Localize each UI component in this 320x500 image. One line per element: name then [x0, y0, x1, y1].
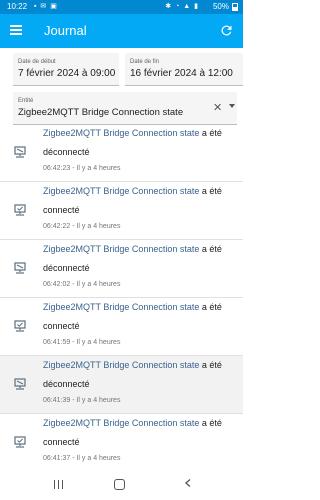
recents-icon[interactable] [54, 480, 63, 489]
status-time: 10:22 [7, 2, 28, 11]
start-date-field[interactable]: Date de début 7 février 2024 à 09:00 [13, 53, 119, 86]
entry-suffix: a été [199, 302, 222, 312]
page-title: Journal [44, 23, 87, 38]
entry-state: déconnecté [43, 379, 90, 389]
entry-suffix: a été [199, 244, 222, 254]
entity-link[interactable]: Zigbee2MQTT Bridge Connection state [43, 244, 199, 254]
lan-connect-icon [14, 204, 26, 216]
entry-state: connecté [43, 437, 80, 447]
start-date-value: 7 février 2024 à 09:00 [18, 68, 116, 79]
app-bar: Journal [0, 14, 243, 48]
lan-disconnect-icon [14, 262, 26, 274]
lan-disconnect-icon [14, 378, 26, 390]
entity-link[interactable]: Zigbee2MQTT Bridge Connection state [43, 128, 199, 138]
entity-link[interactable]: Zigbee2MQTT Bridge Connection state [43, 186, 199, 196]
entry-state: déconnecté [43, 263, 90, 273]
logbook-list: Zigbee2MQTT Bridge Connection state a ét… [0, 124, 243, 467]
entry-suffix: a été [199, 186, 222, 196]
list-item: Zigbee2MQTT Bridge Connection state a ét… [0, 356, 243, 414]
battery-percent: 50% [212, 2, 229, 11]
entry-state: connecté [43, 205, 80, 215]
list-item: Zigbee2MQTT Bridge Connection state a ét… [0, 298, 243, 356]
entry-time: 06:42:02 - Il y a 4 heures [43, 281, 121, 288]
lan-connect-icon [14, 320, 26, 332]
home-icon[interactable] [114, 479, 125, 490]
entry-time: 06:42:22 - Il y a 4 heures [43, 223, 121, 230]
system-nav-bar [0, 467, 243, 500]
lan-disconnect-icon [14, 146, 26, 158]
end-date-value: 16 février 2024 à 12:00 [130, 68, 233, 79]
entry-suffix: a été [199, 128, 222, 138]
system-icons: ✱ ◔ ▲ ▮ [165, 3, 199, 10]
menu-icon[interactable] [10, 25, 22, 35]
entity-picker[interactable]: Entité Zigbee2MQTT Bridge Connection sta… [13, 92, 237, 125]
entity-label: Entité [18, 98, 34, 104]
entry-state: connecté [43, 321, 80, 331]
end-date-field[interactable]: Date de fin 16 février 2024 à 12:00 [125, 53, 243, 86]
entry-time: 06:41:37 - Il y a 4 heures [43, 455, 121, 462]
list-item: Zigbee2MQTT Bridge Connection state a ét… [0, 414, 243, 467]
entry-time: 06:42:23 - Il y a 4 heures [43, 165, 121, 172]
end-date-label: Date de fin [130, 59, 160, 65]
notification-icons: ▪ ✉ ▣ [34, 3, 58, 10]
entity-value: Zigbee2MQTT Bridge Connection state [18, 107, 184, 118]
status-bar: 10:22 ▪ ✉ ▣ ✱ ◔ ▲ ▮ 50% [0, 0, 243, 14]
clear-icon[interactable]: ✕ [213, 101, 222, 114]
dropdown-arrow-icon[interactable] [229, 104, 235, 108]
entry-time: 06:41:39 - Il y a 4 heures [43, 397, 121, 404]
entity-link[interactable]: Zigbee2MQTT Bridge Connection state [43, 418, 199, 428]
entity-link[interactable]: Zigbee2MQTT Bridge Connection state [43, 360, 199, 370]
start-date-label: Date de début [18, 59, 56, 65]
battery-icon [232, 3, 238, 11]
refresh-icon[interactable] [219, 23, 234, 38]
list-item: Zigbee2MQTT Bridge Connection state a ét… [0, 182, 243, 240]
list-item: Zigbee2MQTT Bridge Connection state a ét… [0, 124, 243, 182]
entry-suffix: a été [199, 360, 222, 370]
list-item: Zigbee2MQTT Bridge Connection state a ét… [0, 240, 243, 298]
entity-link[interactable]: Zigbee2MQTT Bridge Connection state [43, 302, 199, 312]
entry-suffix: a été [199, 418, 222, 428]
back-icon[interactable] [184, 479, 192, 487]
entry-state: déconnecté [43, 147, 90, 157]
lan-connect-icon [14, 436, 26, 448]
entry-time: 06:41:59 - Il y a 4 heures [43, 339, 121, 346]
